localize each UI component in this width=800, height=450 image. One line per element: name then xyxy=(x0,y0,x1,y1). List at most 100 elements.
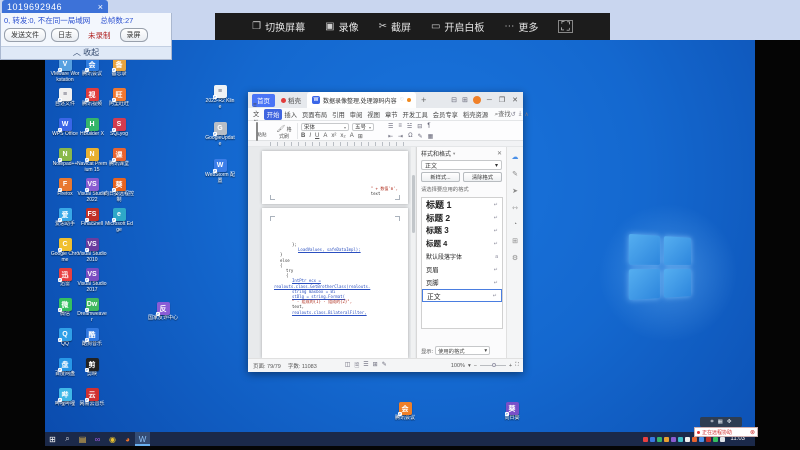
desktop-icon[interactable]: e↗Microsoft Edge xyxy=(104,208,134,233)
grid-icon[interactable]: ⊞ xyxy=(462,96,468,104)
para-format-icon-4[interactable]: ¶ xyxy=(427,123,430,130)
zoom-out-button[interactable]: − xyxy=(474,363,477,369)
close-banner-icon[interactable]: ⊗ xyxy=(750,429,755,436)
desktop-icon[interactable]: VS↗Visual Studio 2017 xyxy=(77,268,107,293)
tray-icon-3[interactable] xyxy=(664,437,669,442)
format-brush-button[interactable]: 🖌 格式刷 xyxy=(274,125,294,140)
desktop-icon[interactable]: W↗WebStorm 配置 xyxy=(205,159,235,184)
char-format-icon-7[interactable]: ⊞ xyxy=(358,133,363,140)
style-item[interactable]: 页眉↵ xyxy=(422,263,502,276)
pen-icon[interactable]: ✎ xyxy=(512,170,518,178)
style-item[interactable]: 页脚↵ xyxy=(422,276,502,289)
desktop-icon[interactable]: 课↗腾讯课堂 xyxy=(104,148,134,168)
view-mode-icon-2[interactable]: ☰ xyxy=(363,361,368,371)
chrome[interactable]: ◉ xyxy=(105,432,120,446)
desktop-icon[interactable]: 剪↗剪映 xyxy=(77,358,107,378)
para-format-icon-b4[interactable]: ▦ xyxy=(428,133,434,140)
style-item[interactable]: 标题 2↵ xyxy=(422,211,502,224)
para-format-icon-b0[interactable]: ⇤ xyxy=(388,133,393,140)
desktop-icon[interactable]: 哔↗哔哩哔哩 xyxy=(50,388,80,408)
close-session-icon[interactable]: × xyxy=(98,2,103,12)
collapse-panel-button[interactable]: ︿ 收起 xyxy=(1,46,171,59)
char-format-icon-3[interactable]: A xyxy=(323,133,327,140)
find-button[interactable]: ⌕查找 xyxy=(495,109,511,119)
para-format-icon-0[interactable]: ☰ xyxy=(388,123,393,130)
menubar-icon-0[interactable]: ↺ xyxy=(511,111,516,118)
view-mode-icon-3[interactable]: ⊞ xyxy=(373,361,378,371)
favorite-icon[interactable]: ♡ xyxy=(400,97,404,103)
search-button[interactable]: ⌕ xyxy=(60,432,75,446)
desktop-icon[interactable]: G↗GoogleUpdate xyxy=(205,122,235,147)
view-mode-icon-1[interactable]: 🗎 xyxy=(354,361,359,371)
desktop-icon[interactable]: 备↗备忘录 xyxy=(104,58,134,78)
show-format-select[interactable]: 使用的格式 ▾ xyxy=(435,346,490,355)
overlay-icon-1[interactable]: ▦ xyxy=(718,419,723,425)
desktop-icon[interactable]: 会↗腾讯会议 xyxy=(390,402,420,422)
menu-审阅[interactable]: 审阅 xyxy=(347,109,365,120)
desktop-icon[interactable]: VS↗Visual Studio 2010 xyxy=(77,238,107,263)
menu-页面布局[interactable]: 页面布局 xyxy=(299,109,329,120)
char-format-icon-1[interactable]: I xyxy=(309,133,311,140)
desktop-icon[interactable]: W↗WPS Office xyxy=(50,118,80,138)
style-item[interactable]: 正文↵ xyxy=(422,289,502,302)
char-format-icon-4[interactable]: x² xyxy=(331,133,336,140)
desktop-icon[interactable]: 微↗微信 xyxy=(50,298,80,318)
minimize-button[interactable]: ─ xyxy=(486,97,493,104)
history-icon[interactable]: ◔ xyxy=(513,221,517,228)
current-style-select[interactable]: 正文 ▾ xyxy=(421,160,502,170)
send-file-button[interactable]: 发送文件 xyxy=(4,28,46,42)
desktop-icon[interactable]: S↗SQLyog xyxy=(104,118,134,138)
layout-icon[interactable]: ⊟ xyxy=(451,96,457,104)
record-video-button[interactable]: ▣录像 xyxy=(325,19,358,34)
menu-开发工具[interactable]: 开发工具 xyxy=(400,109,430,120)
log-button[interactable]: 日志 xyxy=(51,28,79,42)
desktop-icon[interactable]: F↗Firefox xyxy=(50,178,80,198)
desktop-icon[interactable]: 迅↗迅雷 xyxy=(50,268,80,288)
firefox[interactable]: ◕ xyxy=(120,432,135,446)
start-button[interactable]: ⊞ xyxy=(45,432,60,446)
view-mode-icon-4[interactable]: ✎ xyxy=(382,361,387,371)
desktop-icon[interactable]: 云↗网易云音乐 xyxy=(77,388,107,408)
chevron-down-icon[interactable]: ▾ xyxy=(453,151,455,157)
menubar-icon-1[interactable]: ⤓ xyxy=(519,111,522,118)
desktop-icon[interactable]: C↗Google Chrome xyxy=(50,238,80,263)
para-format-icon-b2[interactable]: Ω xyxy=(408,133,413,140)
desktop-icon[interactable]: Q↗QQ xyxy=(50,328,80,348)
tray-icon-1[interactable] xyxy=(650,437,655,442)
close-button[interactable]: ✕ xyxy=(511,96,519,104)
menubar-icon-2[interactable]: ∧ xyxy=(524,111,528,118)
clear-format-button[interactable]: 清除格式 xyxy=(463,172,502,182)
para-format-icon-b3[interactable]: ✎ xyxy=(418,133,423,140)
desktop-icon[interactable]: 反↗国家反诈中心 xyxy=(148,302,178,322)
menu-章节[interactable]: 章节 xyxy=(382,109,400,120)
record-button[interactable]: 录屏 xyxy=(120,28,148,42)
tray-icon-6[interactable] xyxy=(685,437,690,442)
menu-插入[interactable]: 插入 xyxy=(282,109,300,120)
desktop-icon[interactable]: 酷↗酷狗音乐 xyxy=(77,328,107,348)
wps-docer-tab[interactable]: 稻壳 xyxy=(281,95,301,105)
font-name-select[interactable]: 宋体▾ xyxy=(301,123,349,131)
document-page[interactable]: };LoadValues, safeDataImpl);}else{try{In… xyxy=(262,208,408,358)
desktop-icon[interactable]: H↗HBuilder X xyxy=(77,118,107,138)
screenshot-button[interactable]: ✂截屏 xyxy=(379,19,411,34)
tray-icon-10[interactable] xyxy=(713,437,718,442)
chevron-down-icon[interactable]: ▾ xyxy=(468,363,471,369)
desktop-icon[interactable]: 视↗腾讯视频 xyxy=(77,88,107,108)
menu-引用[interactable]: 引用 xyxy=(330,109,348,120)
menu-视图[interactable]: 视图 xyxy=(365,109,383,120)
cursor-icon[interactable]: ➤ xyxy=(512,187,518,195)
tray-icon-5[interactable] xyxy=(678,437,683,442)
session-tab[interactable]: 1019692946 × xyxy=(2,0,108,13)
menu-会员专享[interactable]: 会员专享 xyxy=(430,109,460,120)
wps-document-tab[interactable]: W 数据录像整理,处理源码内容 ♡ xyxy=(307,92,416,108)
view-mode-icon-0[interactable]: ◫ xyxy=(345,361,351,371)
desktop-icon[interactable]: 会↗腾讯会议 xyxy=(77,58,107,78)
maximize-button[interactable]: ❐ xyxy=(498,96,506,104)
desktop-icon[interactable]: 葵↗向日葵远程控制 xyxy=(104,178,134,203)
char-format-icon-0[interactable]: B xyxy=(301,133,305,140)
char-format-icon-6[interactable]: A xyxy=(350,133,354,140)
new-tab-button[interactable]: + xyxy=(421,95,426,105)
desktop-icon[interactable]: N↗Notepad++ xyxy=(50,148,80,168)
tray-icon-11[interactable] xyxy=(720,437,725,442)
menu-开始[interactable]: 开始 xyxy=(264,109,282,120)
